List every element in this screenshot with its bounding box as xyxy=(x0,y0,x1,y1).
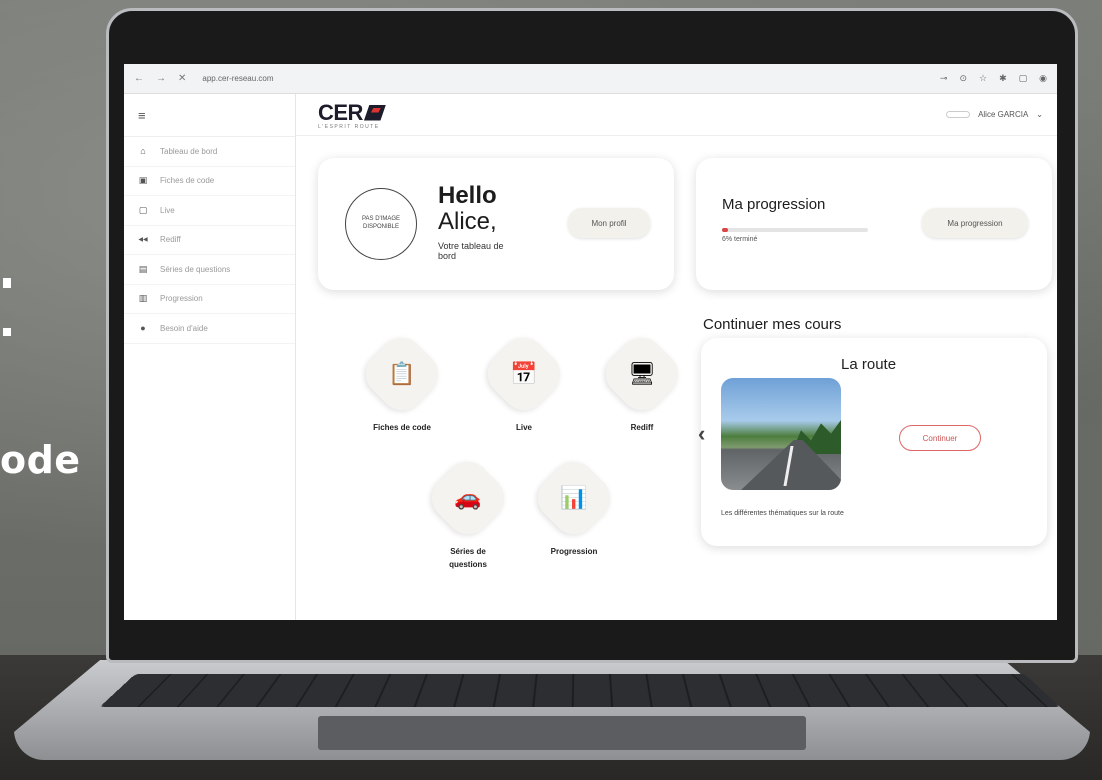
tile-series-de-questions[interactable]: 🚗 Séries de questions xyxy=(418,452,518,572)
rediff-icon: 🖥 xyxy=(628,361,656,386)
sidebar-nav: ⌂ Tableau de bord ▣ Fiches de code ▢ Liv… xyxy=(124,136,295,344)
progress-label: 6% terminé xyxy=(722,236,758,243)
background-text: ode xyxy=(0,438,81,482)
user-avatar xyxy=(946,111,971,118)
chart-icon: ▥ xyxy=(138,293,148,304)
hello-name: Alice, xyxy=(438,208,497,235)
back-icon[interactable]: ← xyxy=(134,73,144,84)
tile-progression[interactable]: 📊 Progression xyxy=(524,452,624,559)
background-mark xyxy=(3,328,11,336)
app-shell: ≡ ⌂ Tableau de bord ▣ Fiches de code ▢ L… xyxy=(124,94,1057,620)
sidebar-item-label: Live xyxy=(160,205,175,215)
close-icon[interactable]: ✕ xyxy=(178,73,186,84)
share-icon[interactable]: ⊙ xyxy=(959,73,967,84)
browser-tools: ⊸ ⊙ ☆ ✱ ▢ ◉ xyxy=(940,73,1047,84)
sidebar-item-series-de-questions[interactable]: ▤ Séries de questions xyxy=(124,255,295,285)
key-icon[interactable]: ⊸ xyxy=(940,73,948,84)
tile-label: Progression xyxy=(550,547,598,556)
series-icon: 🚗 xyxy=(454,485,482,510)
user-menu[interactable]: Alice GARCIA ⌄ xyxy=(946,110,1043,119)
logo-text: CER xyxy=(318,99,363,125)
chevron-down-icon: ⌄ xyxy=(1036,110,1043,119)
home-icon: ⌂ xyxy=(140,146,146,157)
sidebar-item-label: Fiches de code xyxy=(160,176,215,186)
list-icon: ▤ xyxy=(138,263,148,274)
continue-button[interactable]: Continuer xyxy=(899,425,981,451)
main-content: CER L'ESPRIT ROUTE Alice GARCIA ⌄ PAS D'… xyxy=(296,94,1057,620)
live-icon: 📅 xyxy=(510,361,538,386)
logo-tagline: L'ESPRIT ROUTE xyxy=(318,123,380,130)
background-mark xyxy=(3,278,11,288)
course-description: Les différentes thématiques sur la route xyxy=(721,510,844,517)
sidebar-item-label: Rediff xyxy=(160,235,181,245)
help-icon: ● xyxy=(140,323,146,334)
course-image[interactable] xyxy=(721,378,841,490)
profile-button[interactable]: Mon profil xyxy=(568,208,650,238)
progress-fill xyxy=(722,228,728,232)
browser-nav: ← → ✕ xyxy=(134,73,186,84)
forward-icon[interactable]: → xyxy=(156,73,166,84)
sidebar-item-label: Besoin d'aide xyxy=(160,323,208,333)
book-icon: ▣ xyxy=(138,175,148,186)
sidebar-item-progression[interactable]: ▥ Progression xyxy=(124,285,295,314)
tile-label: Rediff xyxy=(630,423,654,432)
tile-fiches-de-code[interactable]: 📋 Fiches de code xyxy=(352,328,452,435)
hello-subtitle: Votre tableau de bord xyxy=(438,241,504,261)
tile-label: Live xyxy=(515,423,532,432)
hello-title: Hello xyxy=(438,182,497,209)
window-icon[interactable]: ▢ xyxy=(1019,73,1028,84)
progression-icon: 📊 xyxy=(560,485,588,510)
section-title: Continuer mes cours xyxy=(703,316,842,333)
sidebar-item-live[interactable]: ▢ Live xyxy=(124,196,295,226)
sidebar-item-label: Progression xyxy=(160,294,203,304)
app-header: CER L'ESPRIT ROUTE Alice GARCIA ⌄ xyxy=(296,94,1057,136)
logo-flag-icon xyxy=(363,104,386,121)
tile-label: Fiches de code xyxy=(373,423,431,432)
rewind-icon: ◀◀ xyxy=(138,237,148,244)
fiches-icon: 📋 xyxy=(388,361,416,386)
progression-button[interactable]: Ma progression xyxy=(922,208,1028,238)
progression-card: Ma progression 6% terminé Ma progression xyxy=(696,158,1052,290)
laptop-screen: ← → ✕ app.cer-reseau.com ⊸ ⊙ ☆ ✱ ▢ ◉ ≡ ⌂… xyxy=(124,64,1057,620)
browser-toolbar: ← → ✕ app.cer-reseau.com ⊸ ⊙ ☆ ✱ ▢ ◉ xyxy=(124,64,1057,94)
address-bar[interactable]: app.cer-reseau.com xyxy=(202,74,940,83)
sidebar-item-label: Tableau de bord xyxy=(160,146,218,156)
tile-live[interactable]: 📅 Live xyxy=(474,328,574,435)
tile-label: Séries de questions xyxy=(449,547,487,569)
progress-bar xyxy=(722,228,868,232)
carousel-prev-icon[interactable]: ‹ xyxy=(698,421,705,447)
user-name: Alice GARCIA xyxy=(978,110,1029,119)
sidebar-item-fiches-de-code[interactable]: ▣ Fiches de code xyxy=(124,167,295,196)
tile-rediff[interactable]: 🖥 Rediff xyxy=(592,328,692,435)
sidebar-item-label: Séries de questions xyxy=(160,264,231,274)
sidebar-item-tableau-de-bord[interactable]: ⌂ Tableau de bord xyxy=(124,137,295,167)
sidebar: ≡ ⌂ Tableau de bord ▣ Fiches de code ▢ L… xyxy=(124,94,296,620)
sidebar-item-besoin-d-aide[interactable]: ● Besoin d'aide xyxy=(124,314,295,344)
profile-icon[interactable]: ◉ xyxy=(1039,73,1047,84)
laptop-trackpad xyxy=(318,716,806,750)
star-icon[interactable]: ☆ xyxy=(979,73,987,84)
menu-icon[interactable]: ≡ xyxy=(124,94,295,136)
avatar-placeholder: PAS D'IMAGE DISPONIBLE xyxy=(345,188,417,260)
progression-title: Ma progression xyxy=(722,196,826,213)
cer-logo[interactable]: CER L'ESPRIT ROUTE xyxy=(318,100,386,130)
course-card: La route Continuer Les différentes théma… xyxy=(701,338,1047,546)
sidebar-item-rediff[interactable]: ◀◀ Rediff xyxy=(124,226,295,255)
hello-card: PAS D'IMAGE DISPONIBLE Hello Alice, Votr… xyxy=(318,158,674,290)
screen-icon: ▢ xyxy=(138,204,148,215)
extension-icon[interactable]: ✱ xyxy=(999,73,1007,84)
laptop-keyboard xyxy=(99,674,1061,708)
course-name: La route xyxy=(841,356,897,373)
